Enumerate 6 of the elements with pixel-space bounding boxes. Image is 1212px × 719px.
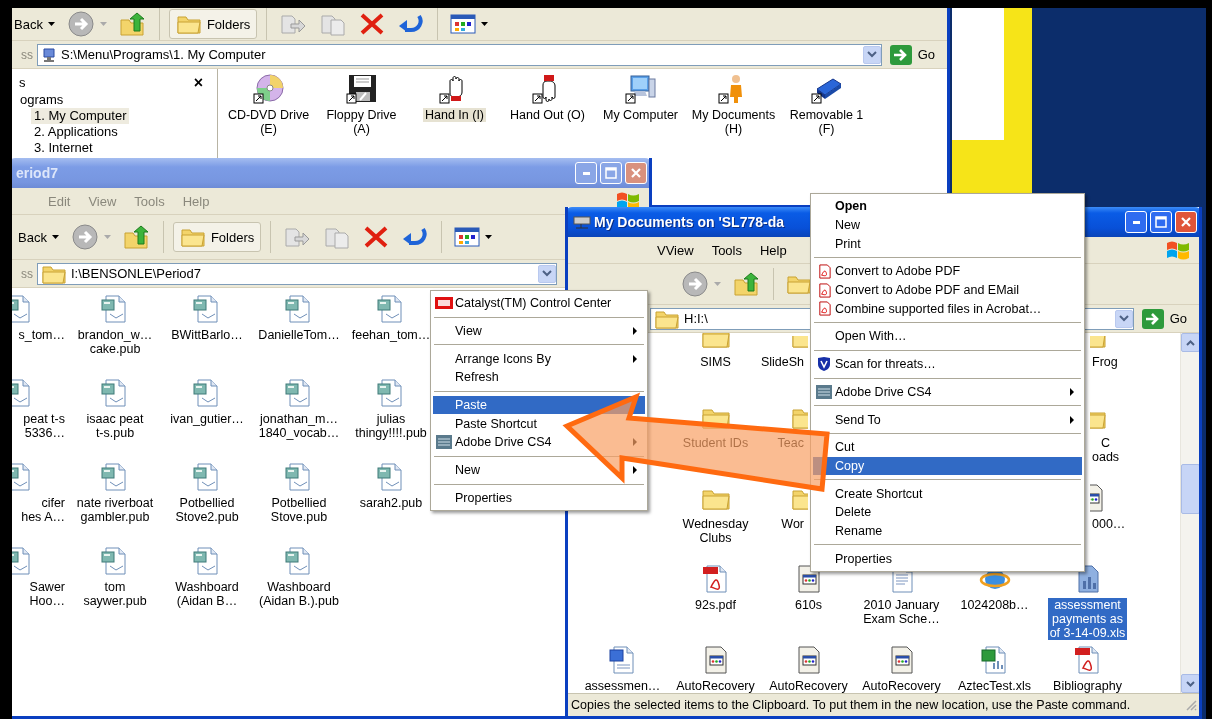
pane-title: s <box>19 75 26 90</box>
address-label: ss <box>21 266 33 281</box>
window-title: eriod7 <box>16 165 58 181</box>
status-text: Copies the selected items to the Clipboard. To put them in the new location, use the Paste command. <box>571 698 1131 712</box>
window-title: My Documents on 'SL778-da <box>594 214 785 230</box>
address-label: ss <box>21 47 33 62</box>
